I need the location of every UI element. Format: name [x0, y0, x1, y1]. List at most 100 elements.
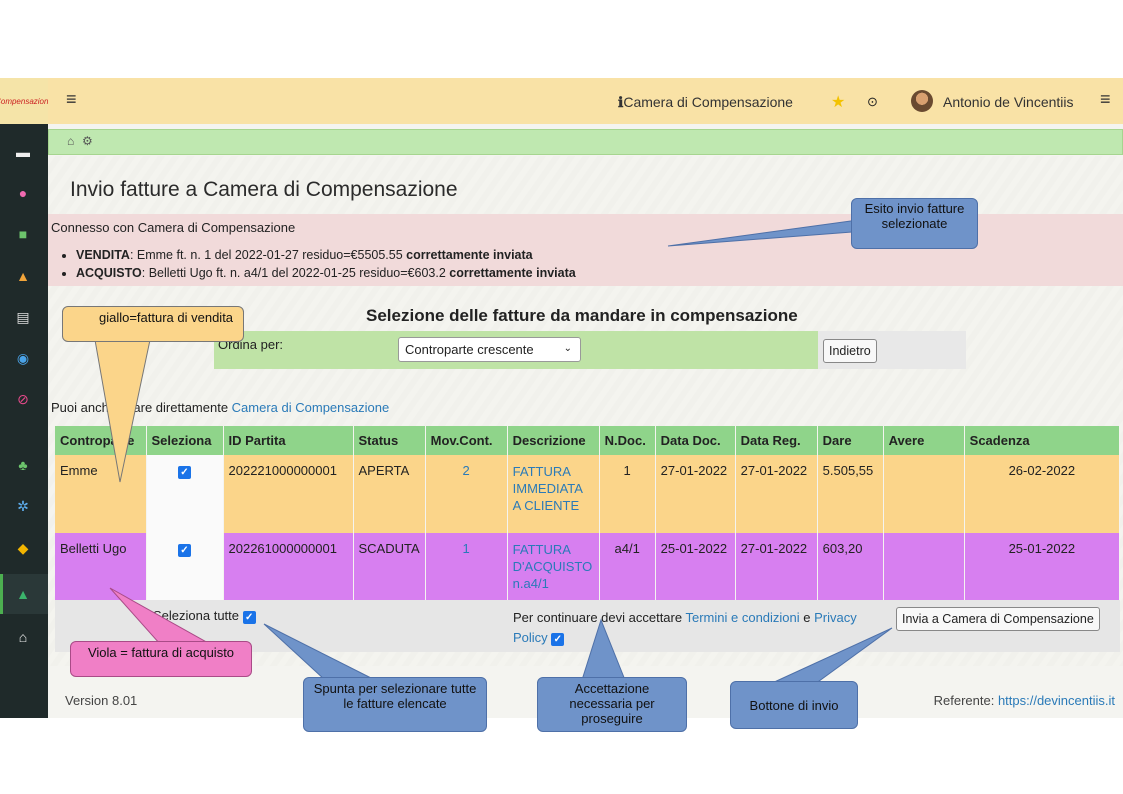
col-header[interactable]: Mov.Cont.	[425, 426, 508, 455]
privacy-link-2[interactable]: Policy	[513, 630, 548, 645]
callout-bottone: Bottone di invio	[730, 681, 858, 729]
home-breadcrumb-icon[interactable]: ⌂	[67, 134, 74, 148]
col-header[interactable]: Data Reg.	[735, 426, 818, 455]
order-select[interactable]: Controparte crescente ⌄	[398, 337, 581, 362]
cell-descr[interactable]: FATTURA IMMEDIATA A CLIENTE	[507, 455, 600, 533]
cell-dare: 5.505,55	[817, 455, 884, 533]
cell-scadenza: 26-02-2022	[964, 455, 1121, 533]
cell-mov: 1	[425, 533, 508, 603]
clock-icon[interactable]: ⊙	[867, 94, 878, 110]
callout-viola: Viola = fattura di acquisto	[70, 641, 252, 677]
col-header[interactable]: Data Doc.	[655, 426, 736, 455]
sidebar: Compensazione ▬ ● ■ ▲ ▤ ◉ ⊘ ♣ ✲ ◆ ▲ ⌂	[0, 78, 53, 718]
callout-spunta: Spunta per selezionare tutte le fatture …	[303, 677, 487, 732]
privacy-link[interactable]: Privacy	[814, 610, 857, 625]
user-name[interactable]: Antonio de Vincentiis	[943, 94, 1074, 110]
cell-scadenza: 25-01-2022	[964, 533, 1121, 603]
chevron-down-icon: ⌄	[563, 343, 572, 354]
mov-link[interactable]: 1	[463, 541, 470, 556]
direct-link[interactable]: Camera di Compensazione	[232, 400, 390, 415]
avatar[interactable]	[911, 90, 933, 112]
gear-icon[interactable]: ✲	[12, 495, 34, 517]
cell-seleziona: ✓	[146, 533, 224, 603]
cell-datareg: 27-01-2022	[735, 455, 818, 533]
referente-link[interactable]: https://devincentiis.it	[998, 693, 1115, 708]
col-header[interactable]: Status	[353, 426, 426, 455]
col-header[interactable]: Scadenza	[964, 426, 1121, 455]
accept-checkbox[interactable]: ✓	[551, 633, 565, 646]
cell-id: 202221000000001	[223, 455, 354, 533]
star-icon[interactable]: ★	[831, 92, 845, 112]
breadcrumb: ⌂ ⚙	[48, 129, 1123, 155]
cell-id: 202261000000001	[223, 533, 354, 603]
col-header[interactable]: Descrizione	[507, 426, 600, 455]
callout-accettazione: Accettazione necessaria per proseguire	[537, 677, 687, 732]
cell-ndoc: 1	[599, 455, 656, 533]
cell-status: APERTA	[353, 455, 426, 533]
cell-controparte: Belletti Ugo	[55, 533, 147, 603]
cell-descr[interactable]: FATTURA D'ACQUISTO n.a4/1	[507, 533, 600, 603]
app-frame: Compensazione ▬ ● ■ ▲ ▤ ◉ ⊘ ♣ ✲ ◆ ▲ ⌂ ≡ …	[0, 78, 1123, 718]
referente: Referente: https://devincentiis.it	[933, 693, 1115, 708]
table-header-row: Controparte Seleziona ID Partita Status …	[55, 426, 1121, 455]
cell-seleziona: ✓	[146, 455, 224, 533]
cell-controparte: Emme	[55, 455, 147, 533]
menu-toggle-icon[interactable]: ≡	[66, 89, 77, 110]
circle-icon[interactable]: ⊘	[12, 388, 34, 410]
camera-compensazione-menu[interactable]: ℹCamera di Compensazione	[618, 94, 793, 111]
cell-avere	[883, 455, 965, 533]
version-text: Version 8.01	[65, 693, 138, 708]
cell-status: SCADUTA	[353, 533, 426, 603]
select-all: Seleziona tutte ✓	[153, 608, 256, 624]
callout-giallo: giallo=fattura di vendita	[62, 306, 244, 342]
cell-dare: 603,20	[817, 533, 884, 603]
col-header[interactable]: Controparte	[55, 426, 147, 455]
people-icon[interactable]: ♣	[12, 454, 34, 476]
table-row: Emme ✓ 202221000000001 APERTA 2 FATTURA …	[55, 455, 1121, 533]
bell-icon[interactable]: ◆	[12, 537, 34, 559]
col-header[interactable]: Seleziona	[146, 426, 224, 455]
result-item: ACQUISTO: Belletti Ugo ft. n. a4/1 del 2…	[76, 266, 576, 280]
result-list: VENDITA: Emme ft. n. 1 del 2022-01-27 re…	[76, 248, 576, 284]
back-button[interactable]: Indietro	[823, 339, 877, 363]
top-bar: ≡ ℹCamera di Compensazione ★ ⊙ Antonio d…	[48, 78, 1123, 124]
cell-ndoc: a4/1	[599, 533, 656, 603]
cell-avere	[883, 533, 965, 603]
database-icon[interactable]: ◉	[12, 347, 34, 369]
cell-datareg: 27-01-2022	[735, 533, 818, 603]
callout-esito: Esito invio fatture selezionate	[851, 198, 978, 249]
send-button[interactable]: Invia a Camera di Compensazione	[896, 607, 1100, 631]
folder-icon[interactable]: ▬	[12, 141, 34, 163]
page-title: Invio fatture a Camera di Compensazione	[70, 178, 458, 201]
order-bar: Ordina per: Controparte crescente ⌄	[214, 331, 818, 369]
col-header[interactable]: Dare	[817, 426, 884, 455]
cell-datadoc: 27-01-2022	[655, 455, 736, 533]
col-header[interactable]: N.Doc.	[599, 426, 656, 455]
invoice-table: Controparte Seleziona ID Partita Status …	[55, 426, 1121, 603]
direct-use-note: Puoi anche usare direttamente Camera di …	[51, 400, 390, 415]
result-item: VENDITA: Emme ft. n. 1 del 2022-01-27 re…	[76, 248, 576, 262]
document-icon[interactable]: ▤	[12, 306, 34, 328]
home-icon[interactable]: ⌂	[12, 626, 34, 648]
app-logo[interactable]: Compensazione	[0, 78, 53, 124]
selection-title: Selezione delle fatture da mandare in co…	[366, 306, 798, 325]
shop-icon[interactable]: ▲	[12, 265, 34, 287]
accept-terms: Per continuare devi accettare Termini e …	[513, 610, 857, 646]
connection-status: Connesso con Camera di Compensazione	[51, 220, 296, 235]
table-row: Belletti Ugo ✓ 202261000000001 SCADUTA 1…	[55, 533, 1121, 603]
terms-link[interactable]: Termini e condizioni	[685, 610, 799, 625]
mov-link[interactable]: 2	[463, 463, 470, 478]
piggy-bank-icon[interactable]: ●	[12, 182, 34, 204]
row-checkbox[interactable]: ✓	[178, 544, 191, 557]
select-all-checkbox[interactable]: ✓	[242, 611, 256, 624]
row-checkbox[interactable]: ✓	[178, 466, 191, 479]
card-icon[interactable]: ■	[12, 223, 34, 245]
col-header[interactable]: ID Partita	[223, 426, 354, 455]
order-bar-actions: Indietro	[818, 331, 966, 369]
right-menu-icon[interactable]: ≡	[1100, 89, 1111, 110]
cell-datadoc: 25-01-2022	[655, 533, 736, 603]
compensation-icon[interactable]: ▲	[12, 583, 34, 605]
cell-mov: 2	[425, 455, 508, 533]
settings-breadcrumb-icon[interactable]: ⚙	[82, 134, 93, 148]
col-header[interactable]: Avere	[883, 426, 965, 455]
